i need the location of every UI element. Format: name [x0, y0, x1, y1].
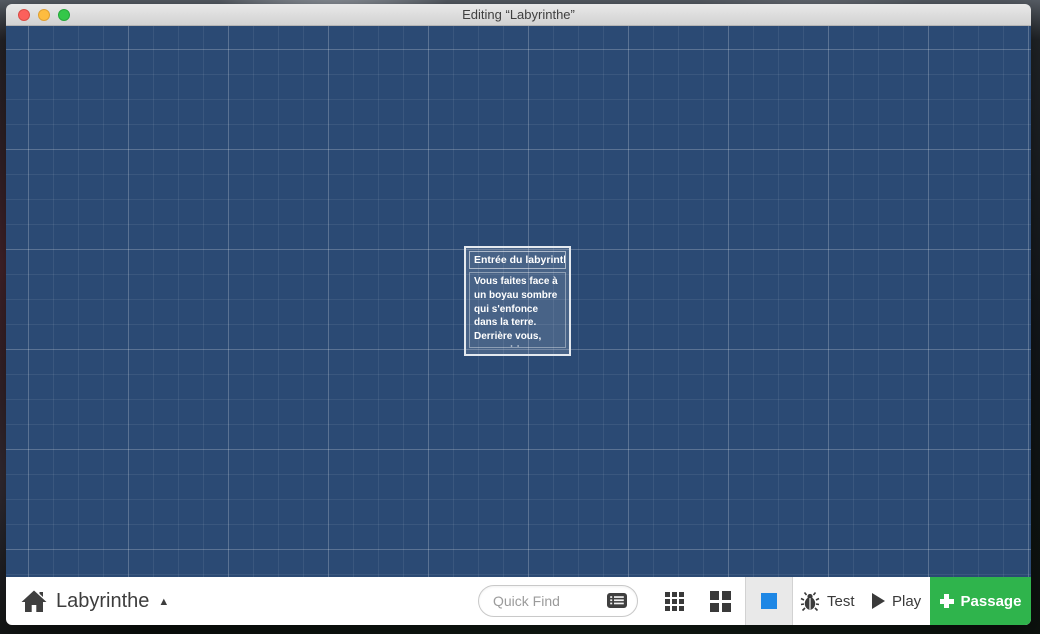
story-menu[interactable]: Labyrinthe ▲: [56, 577, 169, 625]
story-title: Labyrinthe: [56, 590, 149, 613]
grid-3x3-icon: [665, 592, 684, 611]
add-passage-label: Passage: [961, 593, 1022, 610]
keyboard-icon: [607, 593, 627, 613]
home-button[interactable]: [18, 577, 50, 625]
passage-excerpt: Vous faites face à un boyau sombre qui s…: [469, 272, 566, 348]
zoom-level-small-button[interactable]: [654, 577, 694, 625]
add-passage-button[interactable]: Passage: [930, 577, 1031, 625]
test-button[interactable]: Test: [800, 577, 855, 625]
close-button[interactable]: [18, 9, 30, 21]
traffic-lights: [18, 4, 70, 26]
plus-icon: [940, 594, 954, 608]
window-title: Editing “Labyrinthe”: [462, 7, 575, 22]
titlebar: Editing “Labyrinthe”: [6, 4, 1031, 26]
zoom-level-full-button[interactable]: [745, 577, 793, 625]
test-label: Test: [827, 593, 855, 610]
zoom-button[interactable]: [58, 9, 70, 21]
twine-window: Editing “Labyrinthe” Entrée du labyrinth…: [6, 4, 1031, 625]
zoom-level-medium-button[interactable]: [700, 577, 740, 625]
passage-card[interactable]: Entrée du labyrinthe Vous faites face à …: [464, 246, 571, 356]
home-icon: [21, 589, 47, 613]
grid-2x2-icon: [710, 591, 731, 612]
story-map-canvas[interactable]: Entrée du labyrinthe Vous faites face à …: [6, 26, 1031, 577]
square-icon: [761, 593, 777, 609]
passage-title: Entrée du labyrinthe: [469, 251, 566, 269]
play-label: Play: [892, 593, 921, 610]
bug-icon: [800, 591, 820, 612]
minimize-button[interactable]: [38, 9, 50, 21]
bottom-toolbar: Labyrinthe ▲: [6, 577, 1031, 625]
chevron-up-icon: ▲: [158, 594, 169, 608]
play-button[interactable]: Play: [872, 577, 921, 625]
play-icon: [872, 593, 885, 609]
quick-find: [478, 585, 638, 617]
